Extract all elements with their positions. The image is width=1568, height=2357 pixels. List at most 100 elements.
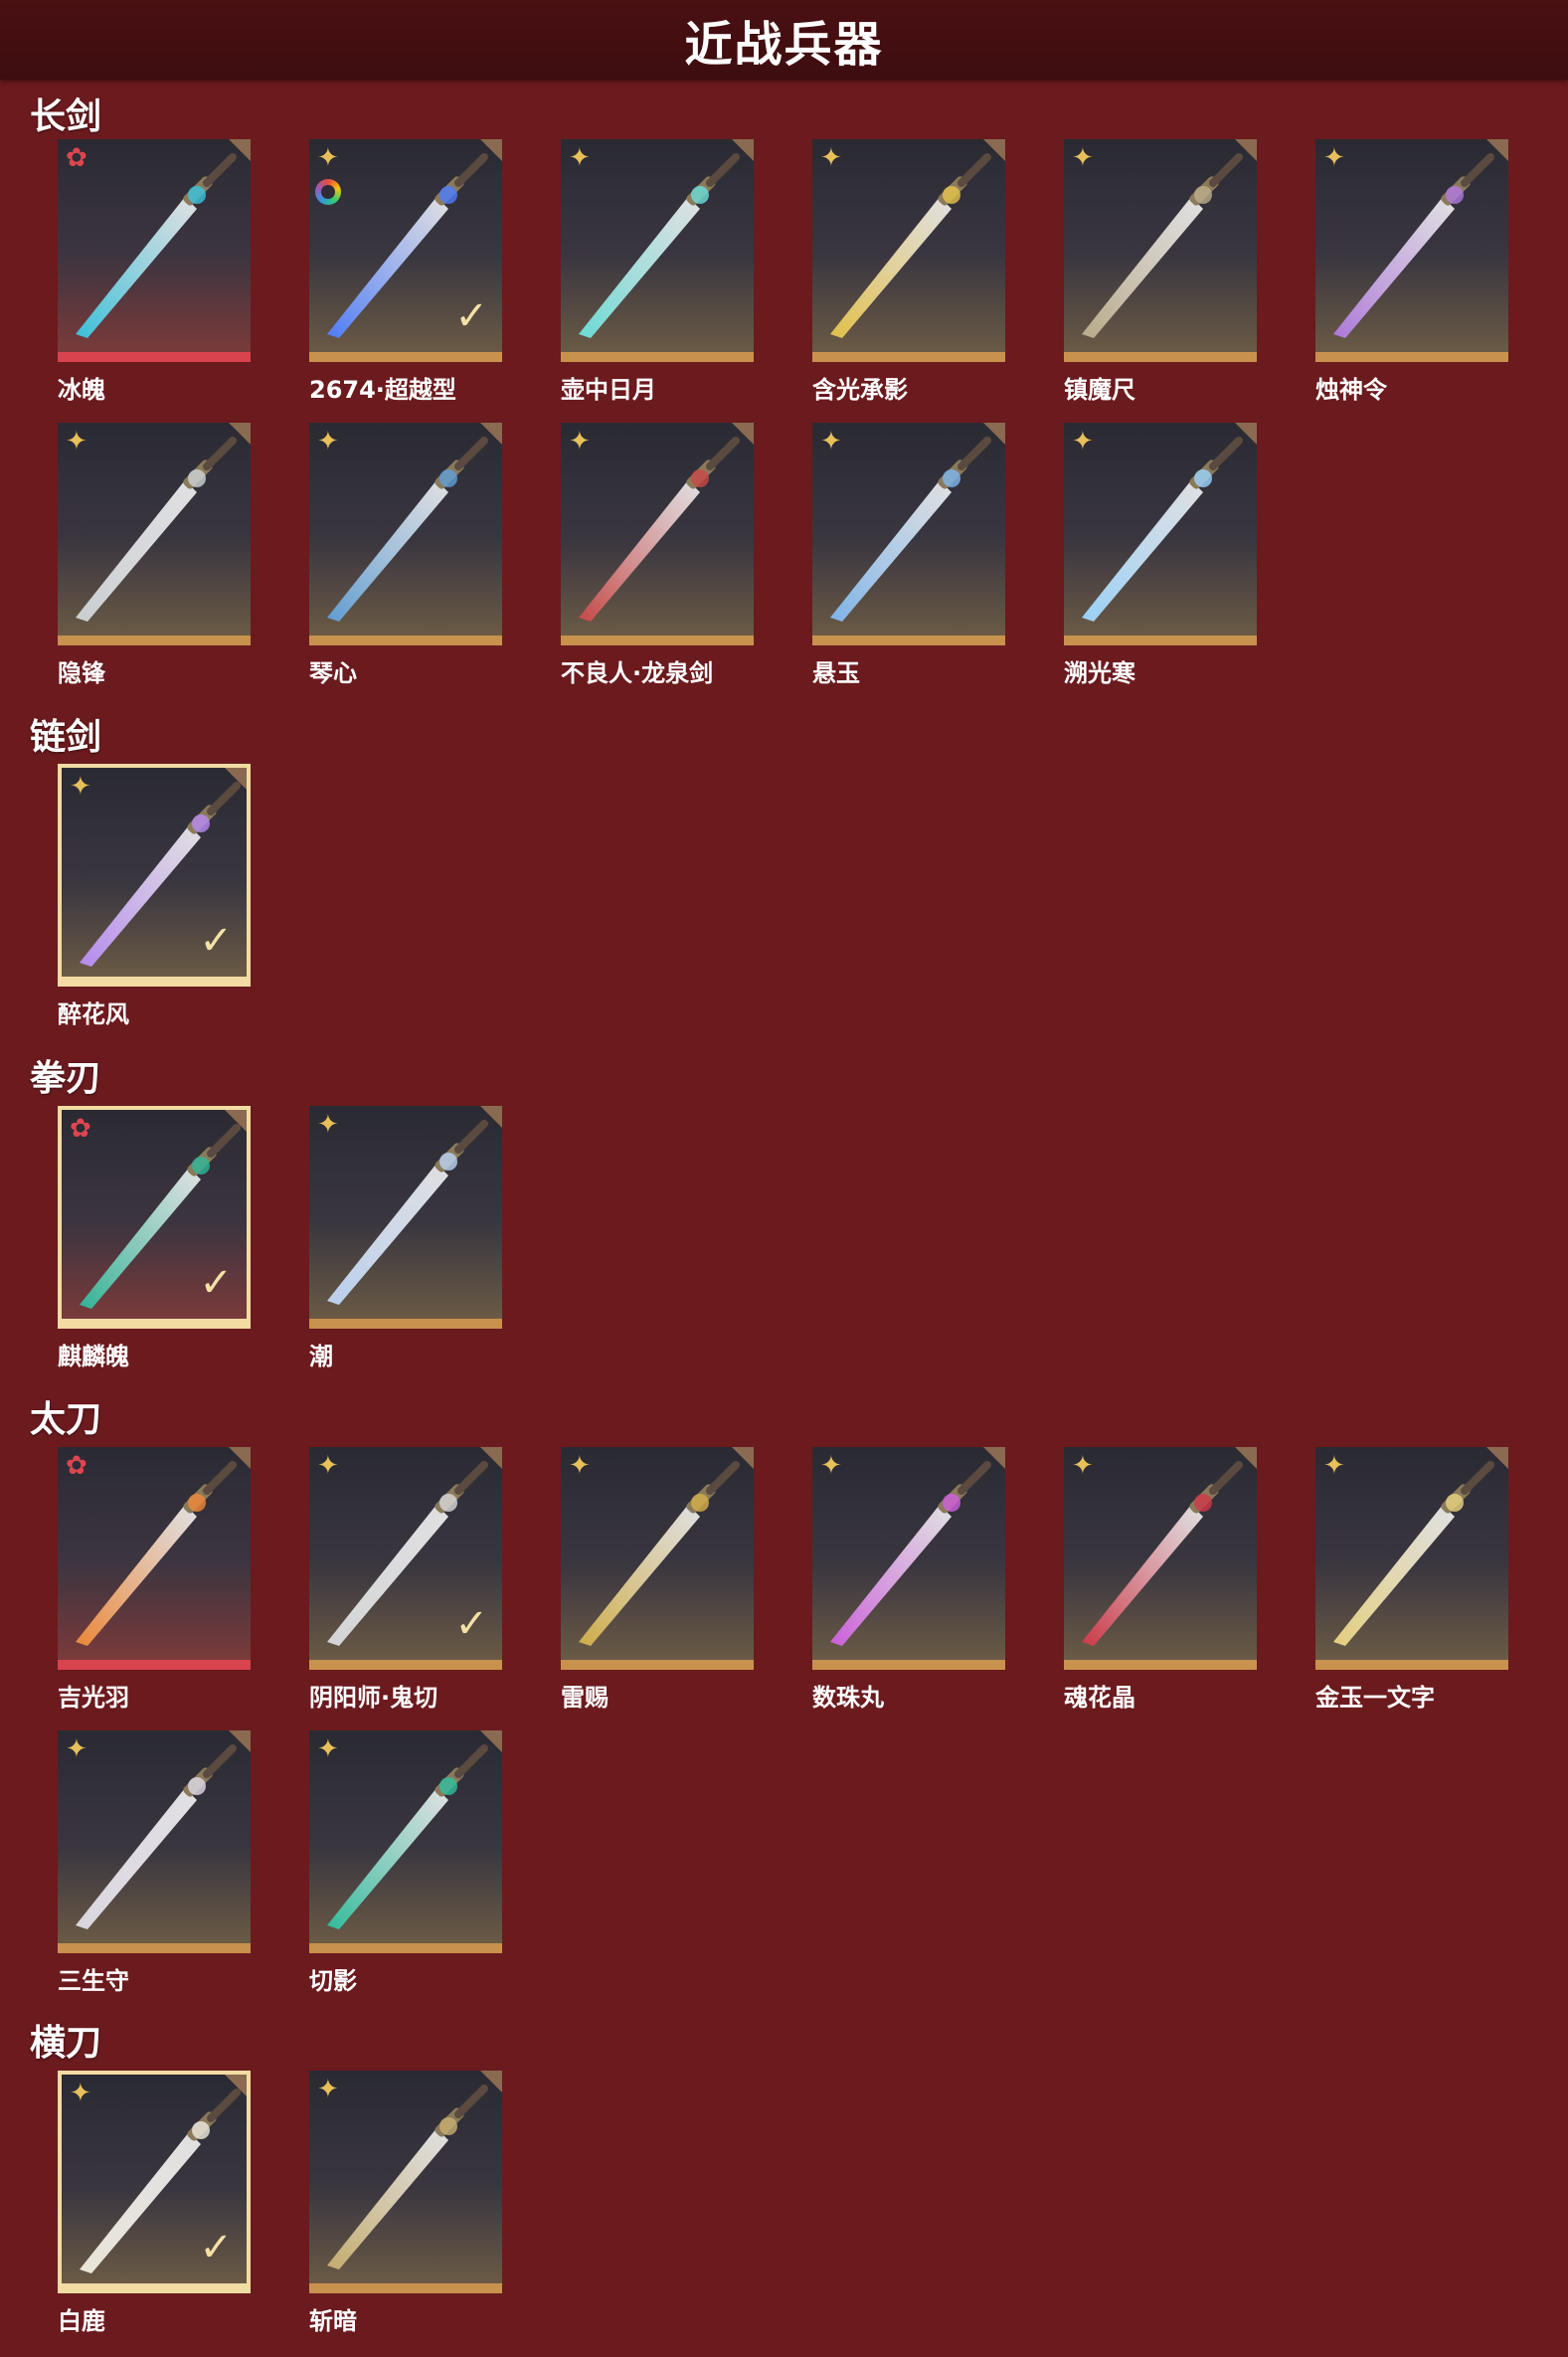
checkmark-icon: ✓ — [199, 918, 233, 964]
checkmark-icon: ✓ — [199, 2225, 233, 2270]
gold-star-badge-icon: ✦ — [317, 1734, 339, 1764]
weapon-name: 数珠丸 — [812, 1684, 884, 1712]
red-star-badge-icon: ✿ — [66, 1451, 87, 1481]
weapon-card-longsword-7[interactable]: ✦ 琴心 — [309, 423, 502, 687]
gold-star-badge-icon: ✦ — [569, 143, 591, 173]
weapon-card-katana-7[interactable]: ✦ 切影 — [309, 1730, 502, 1995]
weapon-name: 白鹿 — [58, 2307, 105, 2335]
weapon-card-longsword-3[interactable]: ✦ 含光承影 — [812, 139, 1005, 404]
gold-star-badge-icon: ✦ — [70, 2079, 91, 2108]
gold-star-badge-icon: ✦ — [317, 143, 339, 173]
section-title-katana: 太刀 — [30, 1399, 102, 1440]
red-star-badge-icon: ✿ — [70, 1114, 91, 1144]
weapon-tile[interactable]: ✿ — [58, 1447, 251, 1670]
weapon-card-katana-6[interactable]: ✦ 三生守 — [58, 1730, 251, 1995]
weapon-tile[interactable]: ✦ — [1064, 423, 1257, 645]
gold-star-badge-icon: ✦ — [820, 427, 842, 456]
weapon-card-sabre-0[interactable]: ✦ ✓ 白鹿 — [58, 2071, 251, 2335]
weapon-tile[interactable]: ✦ ✓ — [58, 764, 251, 987]
page-title: 近战兵器 — [684, 17, 884, 73]
weapon-tile[interactable]: ✦ — [309, 1106, 502, 1329]
weapon-tile[interactable]: ✦ — [561, 1447, 754, 1670]
gold-star-badge-icon: ✦ — [1072, 427, 1094, 456]
weapon-name: 溯光寒 — [1064, 659, 1135, 687]
weapon-card-longsword-1[interactable]: ✦ ✓ 2674·超越型 — [309, 139, 502, 404]
weapon-card-longsword-6[interactable]: ✦ 隐锋 — [58, 423, 251, 687]
gold-star-badge-icon: ✦ — [317, 1110, 339, 1140]
weapon-tile[interactable]: ✿ — [58, 139, 251, 362]
weapon-name: 切影 — [309, 1967, 357, 1995]
weapon-card-katana-0[interactable]: ✿ 吉光羽 — [58, 1447, 251, 1712]
weapon-card-longsword-8[interactable]: ✦ 不良人·龙泉剑 — [561, 423, 754, 687]
weapon-tile[interactable]: ✿ ✓ — [58, 1106, 251, 1329]
weapon-name: 金玉一文字 — [1315, 1684, 1435, 1712]
gold-star-badge-icon: ✦ — [820, 143, 842, 173]
weapon-name: 壶中日月 — [561, 376, 656, 404]
weapon-tile[interactable]: ✦ — [58, 1730, 251, 1953]
gold-star-badge-icon: ✦ — [569, 1451, 591, 1481]
weapon-name: 冰魄 — [58, 376, 105, 404]
gold-star-badge-icon: ✦ — [569, 427, 591, 456]
weapon-card-longsword-4[interactable]: ✦ 镇魔尺 — [1064, 139, 1257, 404]
weapon-name: 魂花晶 — [1064, 1684, 1135, 1712]
checkmark-icon: ✓ — [199, 1260, 233, 1306]
weapon-card-sabre-1[interactable]: ✦ 斩暗 — [309, 2071, 502, 2335]
gold-star-badge-icon: ✦ — [820, 1451, 842, 1481]
weapon-card-longsword-9[interactable]: ✦ 悬玉 — [812, 423, 1005, 687]
gold-star-badge-icon: ✦ — [1323, 1451, 1345, 1481]
gold-star-badge-icon: ✦ — [70, 772, 91, 802]
weapon-card-longsword-10[interactable]: ✦ 溯光寒 — [1064, 423, 1257, 687]
weapon-tile[interactable]: ✦ — [812, 423, 1005, 645]
weapon-tile[interactable]: ✦ — [812, 139, 1005, 362]
weapon-name: 2674·超越型 — [309, 376, 456, 404]
weapon-tile[interactable]: ✦ — [1064, 1447, 1257, 1670]
weapon-tile[interactable]: ✦ ✓ — [58, 2071, 251, 2293]
weapon-name: 琴心 — [309, 659, 357, 687]
weapon-tile[interactable]: ✦ — [309, 2071, 502, 2293]
gold-star-badge-icon: ✦ — [66, 1734, 87, 1764]
weapon-name: 悬玉 — [812, 659, 860, 687]
gold-star-badge-icon: ✦ — [317, 2075, 339, 2104]
weapon-name: 镇魔尺 — [1064, 376, 1135, 404]
weapon-tile[interactable]: ✦ — [561, 139, 754, 362]
weapon-tile[interactable]: ✦ — [58, 423, 251, 645]
color-wheel-icon — [315, 179, 341, 205]
gold-star-badge-icon: ✦ — [317, 427, 339, 456]
weapon-card-fistblade-0[interactable]: ✿ ✓ 麒麟魄 — [58, 1106, 251, 1370]
weapon-tile[interactable]: ✦ ✓ — [309, 139, 502, 362]
weapon-tile[interactable]: ✦ — [1315, 1447, 1508, 1670]
weapon-tile[interactable]: ✦ — [812, 1447, 1005, 1670]
gold-star-badge-icon: ✦ — [1072, 143, 1094, 173]
section-title-fistblade: 拳刃 — [30, 1058, 102, 1099]
weapon-name: 潮 — [309, 1343, 333, 1370]
weapon-card-katana-4[interactable]: ✦ 魂花晶 — [1064, 1447, 1257, 1712]
gold-star-badge-icon: ✦ — [1072, 1451, 1094, 1481]
weapon-card-katana-3[interactable]: ✦ 数珠丸 — [812, 1447, 1005, 1712]
weapon-tile[interactable]: ✦ — [309, 1730, 502, 1953]
weapon-name: 斩暗 — [309, 2307, 357, 2335]
weapon-name: 吉光羽 — [58, 1684, 129, 1712]
section-title-chainsword: 链剑 — [30, 717, 102, 758]
weapon-tile[interactable]: ✦ ✓ — [309, 1447, 502, 1670]
weapon-name: 阴阳师·鬼切 — [309, 1684, 438, 1712]
weapon-card-chainsword-0[interactable]: ✦ ✓ 醉花风 — [58, 764, 251, 1028]
gold-star-badge-icon: ✦ — [1323, 143, 1345, 173]
weapon-tile[interactable]: ✦ — [1315, 139, 1508, 362]
weapon-tile[interactable]: ✦ — [561, 423, 754, 645]
weapon-card-longsword-2[interactable]: ✦ 壶中日月 — [561, 139, 754, 404]
weapon-tile[interactable]: ✦ — [309, 423, 502, 645]
section-title-longsword: 长剑 — [30, 96, 102, 137]
weapon-card-longsword-5[interactable]: ✦ 烛神令 — [1315, 139, 1508, 404]
weapon-name: 不良人·龙泉剑 — [561, 659, 714, 687]
weapon-card-katana-2[interactable]: ✦ 雷赐 — [561, 1447, 754, 1712]
weapon-card-longsword-0[interactable]: ✿ 冰魄 — [58, 139, 251, 404]
red-star-badge-icon: ✿ — [66, 143, 87, 173]
weapon-card-fistblade-1[interactable]: ✦ 潮 — [309, 1106, 502, 1370]
weapon-name: 隐锋 — [58, 659, 105, 687]
weapon-name: 三生守 — [58, 1967, 129, 1995]
weapon-card-katana-5[interactable]: ✦ 金玉一文字 — [1315, 1447, 1508, 1712]
weapon-card-katana-1[interactable]: ✦ ✓ 阴阳师·鬼切 — [309, 1447, 502, 1712]
gold-star-badge-icon: ✦ — [317, 1451, 339, 1481]
page-header: 近战兵器 — [0, 0, 1568, 80]
weapon-tile[interactable]: ✦ — [1064, 139, 1257, 362]
